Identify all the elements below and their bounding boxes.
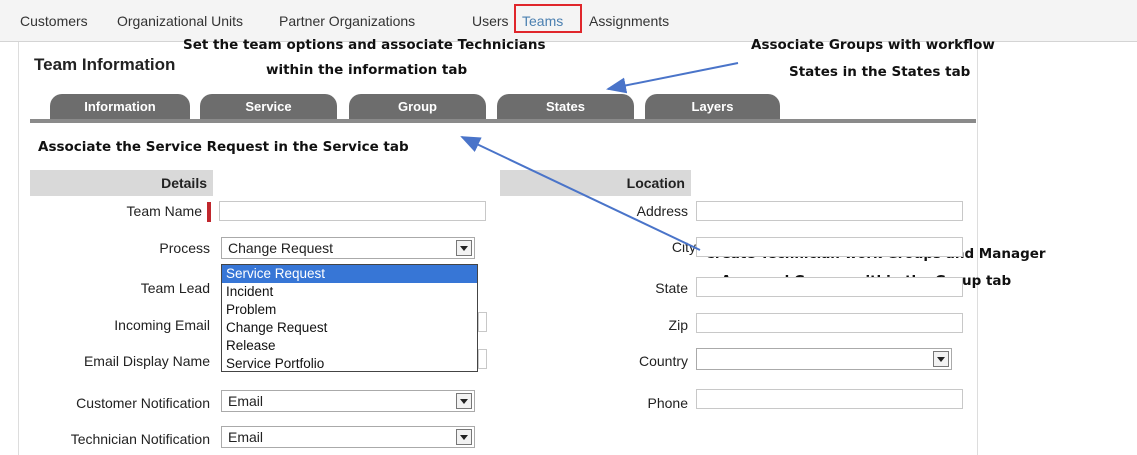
annotation-arrows (460, 62, 739, 251)
arrow-to-states-tab (606, 62, 739, 94)
arrow-to-group-tab (460, 136, 701, 251)
